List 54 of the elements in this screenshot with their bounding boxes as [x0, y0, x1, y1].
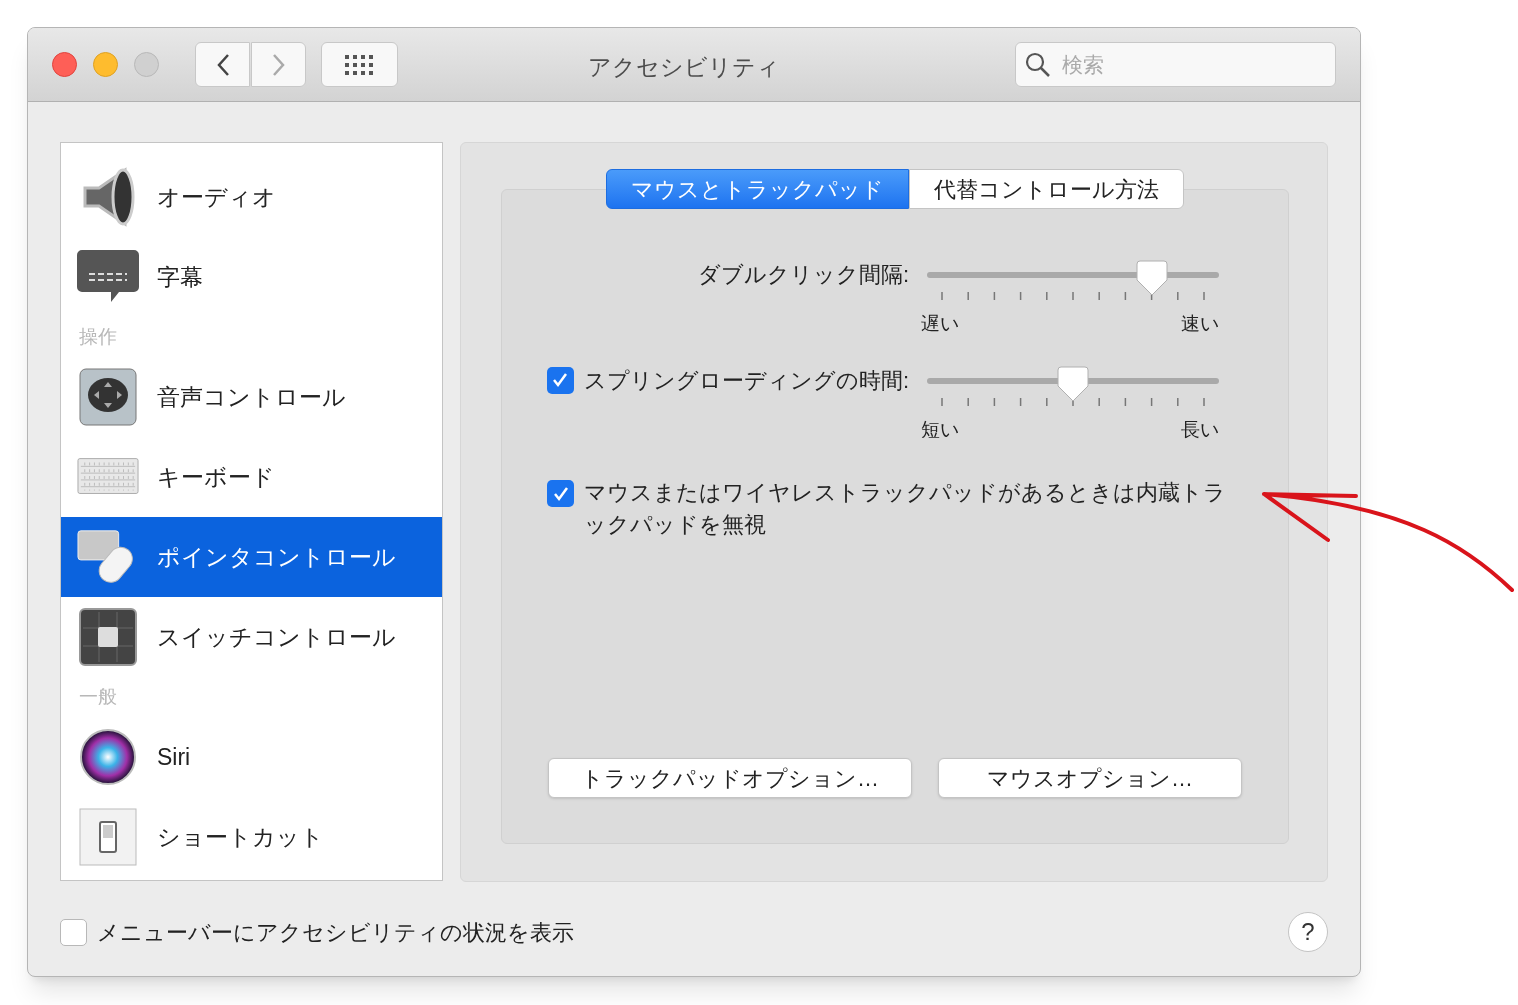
sidebar-item[interactable]: キーボード	[61, 437, 442, 517]
close-button[interactable]	[52, 52, 77, 77]
grid-icon	[344, 54, 375, 75]
sidebar-item-label: 字幕	[157, 262, 203, 292]
checkbox[interactable]	[60, 918, 87, 946]
slider-end-label: 速い	[1181, 312, 1219, 336]
sidebar-item-label: ショートカット	[157, 822, 324, 852]
keyboard-icon	[77, 457, 139, 497]
sidebar-item[interactable]: ポインタコントロール	[61, 517, 442, 597]
search-icon	[1025, 52, 1051, 78]
sidebar-section-header: 一般	[78, 684, 118, 709]
sidebar-section-header: 操作	[78, 324, 118, 349]
slider-thumb[interactable]	[1057, 366, 1089, 402]
tab[interactable]: マウスとトラックパッド	[606, 169, 909, 209]
back-button[interactable]	[195, 42, 250, 87]
minimize-button[interactable]	[93, 52, 118, 77]
sidebar-item[interactable]: 字幕	[61, 237, 442, 317]
checkbox[interactable]	[547, 480, 574, 507]
checkbox[interactable]	[546, 366, 574, 394]
sidebar-item[interactable]: Siri	[61, 717, 442, 797]
zoom-button[interactable]	[134, 52, 159, 77]
speech-arrows-icon	[79, 368, 137, 426]
chevron-left-icon	[215, 52, 230, 77]
slider-end-label: 短い	[921, 418, 959, 442]
sidebar-item[interactable]: 音声コントロール	[61, 357, 442, 437]
sidebar-item-label: 音声コントロール	[157, 382, 346, 412]
chevron-right-icon	[271, 52, 286, 77]
speech-bubble-icon	[77, 250, 139, 304]
window-title: アクセシビリティ	[588, 53, 780, 82]
sidebar-item-label: オーディオ	[157, 182, 276, 212]
options-button[interactable]: マウスオプション…	[938, 758, 1242, 798]
checkbox-label: マウスまたはワイヤレストラックパッドがあるときは内蔵トラックパッドを無視	[584, 479, 1227, 539]
help-button[interactable]: ?	[1288, 912, 1328, 952]
sidebar-item-label: キーボード	[157, 462, 275, 492]
checkbox-label: メニューバーにアクセシビリティの状況を表示	[97, 918, 574, 947]
slider-end-label: 遅い	[921, 312, 959, 336]
sidebar-item-label: スイッチコントロール	[157, 622, 396, 652]
sidebar-item-label: Siri	[157, 742, 191, 772]
slider-end-label: 長い	[1181, 418, 1219, 442]
options-button[interactable]: トラックパッドオプション…	[548, 758, 912, 798]
show-all-button[interactable]	[321, 42, 398, 87]
siri-orb-icon	[79, 728, 137, 786]
slider-thumb[interactable]	[1135, 260, 1168, 296]
sidebar-item[interactable]: ショートカット	[61, 797, 442, 877]
light-switch-icon	[79, 808, 137, 866]
slider-label: ダブルクリック間隔:	[697, 260, 909, 289]
search-field[interactable]: 検索	[1015, 42, 1336, 87]
checkmark-icon	[551, 371, 570, 389]
sidebar-item[interactable]: スイッチコントロール	[61, 597, 442, 677]
tab[interactable]: 代替コントロール方法	[909, 169, 1184, 209]
sidebar-item[interactable]: オーディオ	[61, 157, 442, 237]
slider-label: スプリングローディングの時間:	[583, 366, 909, 395]
sidebar-item-label: ポインタコントロール	[157, 542, 396, 572]
switch-grid-icon	[79, 608, 137, 666]
